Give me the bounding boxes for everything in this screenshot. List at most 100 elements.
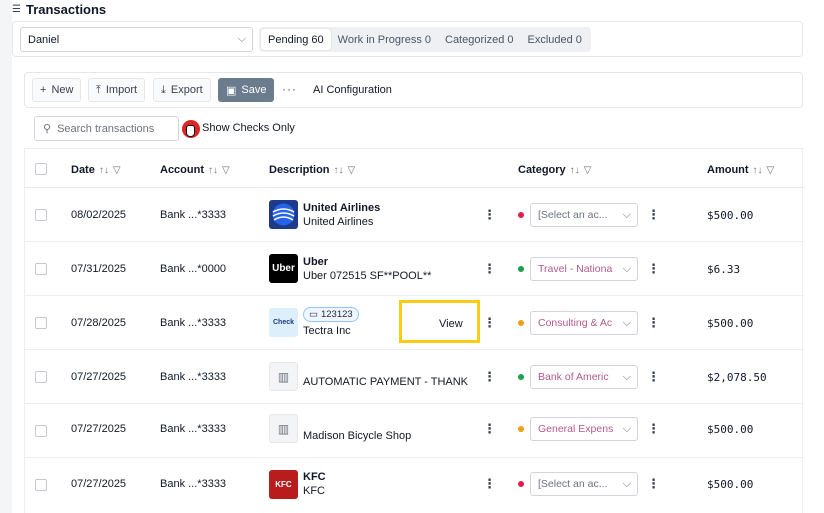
row-date: 08/02/2025 — [71, 209, 127, 221]
row-description: Madison Bicycle Shop — [303, 430, 412, 442]
category-menu-icon[interactable]: ⋮ — [647, 315, 660, 331]
tab-excluded[interactable]: Excluded 0 — [521, 29, 589, 50]
filter-icon[interactable]: ▽ — [767, 165, 775, 176]
table-row[interactable]: 08/02/2025 Bank ...*3333 United Airlines… — [25, 188, 804, 242]
check-number-badge: ▭ 123123 — [303, 307, 359, 322]
column-header-category[interactable]: Category ↑↓ ▽ — [518, 164, 591, 176]
more-options-icon[interactable]: ··· — [282, 82, 297, 96]
category-select[interactable]: General Expens ⌵ — [530, 417, 638, 441]
import-button[interactable]: ⤒ Import — [88, 78, 146, 102]
category-select-value: Bank of Americ — [538, 371, 609, 383]
view-button[interactable]: View — [439, 318, 463, 330]
category-select-value: Consulting & Ac — [538, 317, 613, 329]
plus-icon: + — [40, 84, 47, 96]
tab-categorized[interactable]: Categorized 0 — [438, 29, 521, 50]
row-date: 07/27/2025 — [71, 478, 127, 490]
row-menu-icon[interactable]: ⋮ — [483, 315, 496, 331]
sort-icon[interactable]: ↑↓ — [570, 165, 580, 176]
row-amount: $500.00 — [707, 478, 754, 491]
category-menu-icon[interactable]: ⋮ — [647, 369, 660, 385]
table-row[interactable]: 07/27/2025 Bank ...*3333 ▥ Madison Bicyc… — [25, 404, 804, 458]
list-icon: ☰ — [12, 3, 21, 15]
row-checkbox[interactable] — [35, 425, 47, 437]
filter-icon[interactable]: ▽ — [113, 165, 121, 176]
chevron-down-icon: ⌵ — [622, 478, 631, 490]
category-select[interactable]: Travel - Nationa ⌵ — [530, 257, 638, 281]
sort-icon[interactable]: ↑↓ — [334, 165, 344, 176]
category-menu-icon[interactable]: ⋮ — [647, 476, 660, 492]
column-header-date[interactable]: Date ↑↓ ▽ — [71, 164, 121, 176]
category-select[interactable]: Bank of Americ ⌵ — [530, 365, 638, 389]
new-button[interactable]: + New — [32, 78, 82, 102]
uber-logo: Uber — [269, 254, 298, 283]
row-menu-icon[interactable]: ⋮ — [483, 369, 496, 385]
row-description-title: United Airlines — [303, 202, 381, 214]
row-date: 07/27/2025 — [71, 423, 127, 435]
check-card-icon: ▭ — [309, 309, 318, 320]
check-logo: Check — [269, 308, 298, 337]
column-header-amount[interactable]: Amount ↑↓ ▽ — [707, 164, 774, 176]
kfc-logo: KFC — [269, 470, 298, 499]
row-amount: $500.00 — [707, 423, 754, 436]
save-button[interactable]: ▣ Save — [218, 78, 275, 102]
select-all-checkbox[interactable] — [35, 163, 47, 175]
category-select-value: [Select an ac... — [538, 478, 608, 490]
row-menu-icon[interactable]: ⋮ — [483, 421, 496, 437]
chevron-down-icon: ⌵ — [237, 33, 246, 45]
row-date: 07/28/2025 — [71, 317, 127, 329]
row-menu-icon[interactable]: ⋮ — [483, 476, 496, 492]
row-amount: $500.00 — [707, 209, 754, 222]
row-checkbox[interactable] — [35, 317, 47, 329]
table-row[interactable]: 07/31/2025 Bank ...*0000 Uber Uber Uber … — [25, 242, 804, 296]
row-description: Tectra Inc — [303, 325, 351, 337]
table-header: Date ↑↓ ▽ Account ↑↓ ▽ Description ↑↓ ▽ … — [25, 148, 804, 188]
row-checkbox[interactable] — [35, 263, 47, 275]
page-title: Transactions — [25, 1, 107, 17]
column-category-label: Category — [518, 164, 566, 176]
row-checkbox[interactable] — [35, 479, 47, 491]
category-select[interactable]: Consulting & Ac ⌵ — [530, 311, 638, 335]
save-button-label: Save — [241, 84, 267, 96]
search-input[interactable]: ⚲ Search transactions — [34, 116, 179, 141]
row-description: AUTOMATIC PAYMENT - THANK — [303, 376, 469, 388]
category-menu-icon[interactable]: ⋮ — [647, 421, 660, 437]
bank-building-icon: ▥ — [269, 362, 298, 391]
row-account: Bank ...*3333 — [160, 478, 227, 490]
row-checkbox[interactable] — [35, 209, 47, 221]
category-select-value: [Select an ac... — [538, 209, 608, 221]
category-menu-icon[interactable]: ⋮ — [647, 261, 660, 277]
filter-icon[interactable]: ▽ — [348, 165, 356, 176]
category-select[interactable]: [Select an ac... ⌵ — [530, 472, 638, 496]
column-header-account[interactable]: Account ↑↓ ▽ — [160, 164, 230, 176]
new-button-label: New — [51, 84, 74, 96]
sort-icon[interactable]: ↑↓ — [99, 165, 109, 176]
row-amount: $500.00 — [707, 317, 754, 330]
category-status-dot — [518, 212, 524, 218]
row-checkbox[interactable] — [35, 371, 47, 383]
tab-pending[interactable]: Pending 60 — [261, 29, 331, 50]
row-amount: $6.33 — [707, 263, 741, 276]
column-amount-label: Amount — [707, 164, 749, 176]
column-header-description[interactable]: Description ↑↓ ▽ — [269, 164, 355, 176]
ai-configuration-button[interactable]: AI Configuration — [313, 84, 392, 96]
category-select[interactable]: [Select an ac... ⌵ — [530, 203, 638, 227]
category-menu-icon[interactable]: ⋮ — [647, 207, 660, 223]
row-date: 07/31/2025 — [71, 263, 127, 275]
row-menu-icon[interactable]: ⋮ — [483, 207, 496, 223]
filter-icon[interactable]: ▽ — [584, 165, 592, 176]
column-account-label: Account — [160, 164, 204, 176]
row-account: Bank ...*3333 — [160, 317, 227, 329]
export-button[interactable]: ⤓ Export — [153, 78, 211, 102]
tab-work-in-progress[interactable]: Work in Progress 0 — [331, 29, 438, 50]
united-airlines-globe-icon — [272, 203, 295, 226]
table-row[interactable]: 07/27/2025 Bank ...*3333 KFC KFC KFC ⋮ [… — [25, 458, 804, 512]
sort-icon[interactable]: ↑↓ — [753, 165, 763, 176]
account-select[interactable]: Daniel ⌵ — [20, 27, 253, 52]
table-row[interactable]: 07/27/2025 Bank ...*3333 ▥ AUTOMATIC PAY… — [25, 350, 804, 404]
category-status-dot — [518, 374, 524, 380]
account-select-value: Daniel — [28, 33, 60, 46]
sort-icon[interactable]: ↑↓ — [208, 165, 218, 176]
category-status-dot — [518, 426, 524, 432]
row-menu-icon[interactable]: ⋮ — [483, 261, 496, 277]
filter-icon[interactable]: ▽ — [222, 165, 230, 176]
